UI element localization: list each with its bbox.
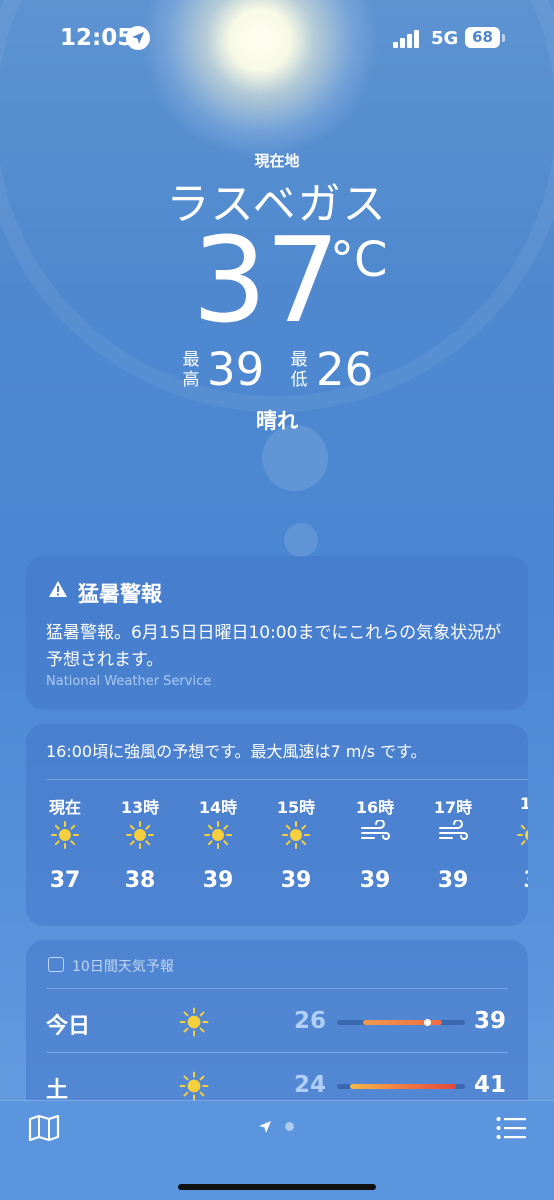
status-bar: 12:05 5G 68 <box>0 22 554 56</box>
hour-temperature: 38 <box>124 868 156 893</box>
high-low: 最高 39 最低 26 <box>0 345 554 405</box>
sun-icon <box>257 820 335 868</box>
hour-item: 17時 39 <box>414 794 492 893</box>
battery-tip <box>502 34 505 42</box>
current-location-page-icon[interactable] <box>258 1120 272 1134</box>
current-temp-marker <box>423 1019 431 1026</box>
hour-item: 18 3 <box>492 794 528 893</box>
sun-icon <box>26 820 104 868</box>
hour-temperature: 39 <box>280 868 312 893</box>
map-icon[interactable] <box>28 1114 60 1142</box>
hour-label: 14時 <box>198 798 238 817</box>
location-services-icon <box>126 26 150 50</box>
hour-temperature: 3 <box>492 868 528 893</box>
hour-item: 16時 39 <box>336 794 414 893</box>
wind-icon <box>336 819 414 868</box>
sun-icon <box>101 820 179 868</box>
home-indicator[interactable] <box>178 1184 376 1190</box>
temperature-unit: °C <box>330 232 388 288</box>
divider <box>46 988 508 989</box>
hour-item: 14時 39 <box>179 794 257 893</box>
alert-title: 猛暑警報 <box>78 582 162 606</box>
calendar-icon <box>48 957 64 972</box>
high-temperature: 39 <box>207 343 265 396</box>
temperature-range-bar <box>337 1019 465 1026</box>
sun-icon <box>178 1006 210 1042</box>
hour-temperature: 39 <box>202 868 234 893</box>
page-dot[interactable] <box>285 1122 294 1131</box>
location-label: 現在地 <box>254 152 300 170</box>
hour-item: 現在 37 <box>26 794 104 893</box>
sun-icon <box>179 820 257 868</box>
warning-icon <box>49 581 67 597</box>
battery-icon: 68 <box>465 27 500 48</box>
condition: 晴れ <box>256 409 298 433</box>
hour-label: 15時 <box>276 798 316 817</box>
sun-icon <box>492 820 528 868</box>
day-low: 26 <box>293 1008 326 1034</box>
divider <box>46 779 528 780</box>
day-low: 24 <box>293 1072 326 1098</box>
hourly-forecast-card[interactable]: 16:00頃に強風の予想です。最大風速は7 m/s です。 現在 37 13時 … <box>26 724 528 926</box>
hour-temperature: 39 <box>359 868 391 893</box>
wind-icon <box>414 819 492 868</box>
temperature-range-bar <box>337 1084 465 1089</box>
hour-temperature: 37 <box>49 868 81 893</box>
low-temperature: 26 <box>316 343 374 396</box>
alert-text: 猛暑警報。6月15日日曜日10:00までにこれらの気象状況が予想されます。 <box>46 623 502 670</box>
heat-alert-card[interactable]: 猛暑警報 猛暑警報。6月15日日曜日10:00までにこれらの気象状況が予想されま… <box>26 556 528 710</box>
status-time: 12:05 <box>60 25 134 51</box>
alert-source: National Weather Service <box>46 674 212 689</box>
high-label: 最高 <box>182 350 200 390</box>
day-high: 39 <box>474 1008 507 1034</box>
hour-label: 16時 <box>355 798 395 817</box>
cellular-signal-icon <box>393 30 423 48</box>
divider <box>46 1052 508 1053</box>
daily-title: 10日間天気予報 <box>72 959 174 975</box>
hour-label: 18 <box>519 794 528 813</box>
list-icon[interactable] <box>496 1116 526 1140</box>
network-type: 5G <box>431 28 459 49</box>
hour-item: 15時 39 <box>257 794 335 893</box>
hour-label: 13時 <box>120 798 160 817</box>
hour-label: 現在 <box>48 798 81 817</box>
temperature-range-fill <box>349 1084 457 1089</box>
hour-item: 13時 38 <box>101 794 179 893</box>
day-high: 41 <box>474 1072 507 1098</box>
hour-temperature: 39 <box>437 868 469 893</box>
lens-flare <box>284 523 318 557</box>
hourly-summary: 16:00頃に強風の予想です。最大風速は7 m/s です。 <box>46 742 427 761</box>
day-name: 今日 <box>46 1014 91 1039</box>
low-label: 最低 <box>290 350 308 390</box>
current-temperature: 37 <box>192 211 340 349</box>
daily-row[interactable]: 今日 26 39 <box>26 990 528 1054</box>
hour-label: 17時 <box>433 798 473 817</box>
toolbar-divider <box>0 1100 554 1101</box>
